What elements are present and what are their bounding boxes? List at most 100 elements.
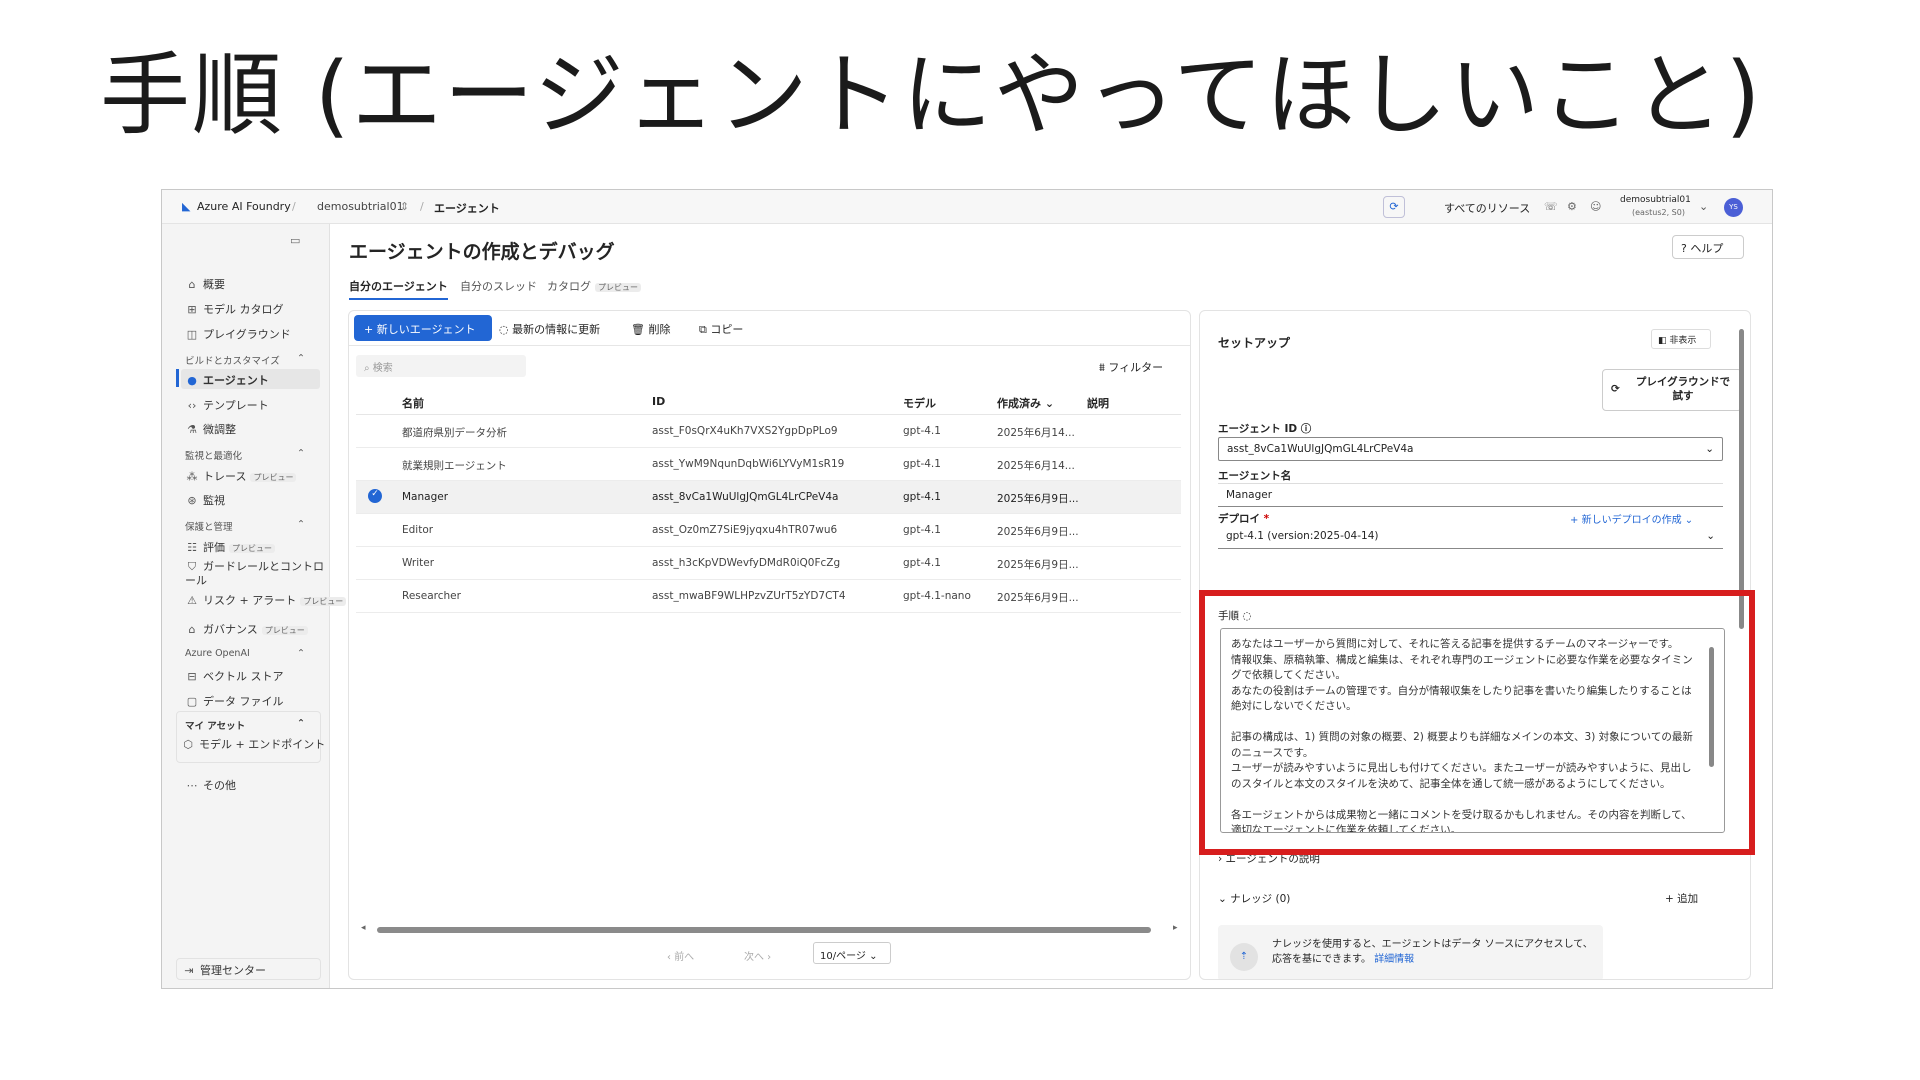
chevron-up-icon: ⌃ bbox=[297, 448, 305, 459]
agent-id-field[interactable]: asst_8vCa1WuUlgJQmGL4LrCPeV4a ⌄ bbox=[1218, 437, 1723, 461]
setup-panel: セットアップ ◧ 非表示 ⟳ プレイグラウンドで試す エージェント ID ⓘ as… bbox=[1199, 310, 1751, 980]
knowledge-icon: ⇡ bbox=[1230, 943, 1258, 971]
copy-button[interactable]: ⧉ コピー bbox=[699, 321, 743, 337]
next-page-button[interactable]: 次へ › bbox=[744, 948, 771, 963]
table-row[interactable]: 就業規則エージェント asst_YwM9NqunDqbWi6LYVyM1sR19… bbox=[356, 448, 1181, 481]
tab-my-agents[interactable]: 自分のエージェント bbox=[349, 278, 448, 300]
table-row[interactable]: Editor asst_Oz0mZ7SiE9jyqxu4hTR07wu6 gpt… bbox=[356, 514, 1181, 547]
scroll-left-icon[interactable]: ◂ bbox=[361, 923, 366, 933]
chevron-down-icon[interactable]: ⌄ bbox=[1699, 200, 1708, 213]
new-deploy-link[interactable]: + 新しいデプロイの作成 ⌄ bbox=[1570, 511, 1693, 526]
header-model[interactable]: モデル bbox=[903, 395, 936, 411]
section-my-assets[interactable]: マイ アセット ⌃ bbox=[185, 718, 305, 732]
breadcrumb-separator: / bbox=[420, 200, 424, 213]
agent-list-panel: + 新しいエージェント ◌ 最新の情報に更新 🗑 削除 ⧉ コピー ⌕ 検索 ⩩… bbox=[348, 310, 1191, 980]
home-icon: ⌂ bbox=[188, 278, 196, 291]
section-monitor[interactable]: 監視と最適化 ⌃ bbox=[185, 448, 305, 462]
instruction-line: 情報収集、原稿執筆、構成と編集は、それぞれ専門のエージェントに必要な作業を必要な… bbox=[1231, 653, 1693, 682]
account-name[interactable]: demosubtrial01 bbox=[1620, 195, 1691, 205]
code-icon: ‹› bbox=[187, 399, 197, 412]
instruction-line: あなたはユーザーから質問に対して、それに答える記事を提供するチームのマネージャー… bbox=[1231, 638, 1679, 650]
playground-icon: ◫ bbox=[186, 328, 198, 341]
instructions-textarea[interactable]: あなたはユーザーから質問に対して、それに答える記事を提供するチームのマネージャー… bbox=[1220, 628, 1725, 833]
sidebar-item-guardrails[interactable]: ⛉ ガードレールとコントロール bbox=[185, 560, 325, 588]
sidebar-item-overview[interactable]: ⌂ 概要 bbox=[185, 276, 226, 292]
scroll-right-icon[interactable]: ▸ bbox=[1173, 923, 1178, 933]
refresh-button[interactable]: ◌ 最新の情報に更新 bbox=[499, 321, 600, 337]
sidebar-item-governance[interactable]: ⌂ ガバナンス プレビュー bbox=[185, 621, 308, 637]
search-input[interactable]: ⌕ 検索 bbox=[356, 355, 526, 377]
knowledge-toggle[interactable]: ⌄ ナレッジ (0) bbox=[1218, 891, 1290, 906]
sidebar-item-vector-store[interactable]: ⊟ ベクトル ストア bbox=[185, 668, 283, 684]
vector-store-icon: ⊟ bbox=[187, 670, 197, 683]
header-description[interactable]: 説明 bbox=[1087, 395, 1109, 411]
sidebar-item-evaluation[interactable]: ☷ 評価 プレビュー bbox=[185, 539, 275, 555]
sidebar-item-agents[interactable]: ● エージェント bbox=[185, 372, 269, 388]
account-region: (eastus2, S0) bbox=[1632, 208, 1685, 217]
all-resources-link[interactable]: すべてのリソース bbox=[1444, 200, 1530, 216]
knowledge-info-card: ⇡ ナレッジを使用すると、エージェントはデータ ソースにアクセスして、応答を基に… bbox=[1218, 925, 1603, 979]
setup-title: セットアップ bbox=[1218, 336, 1291, 350]
horizontal-scrollbar[interactable] bbox=[377, 927, 1151, 933]
more-info-link[interactable]: 詳細情報 bbox=[1374, 954, 1414, 965]
header-id[interactable]: ID bbox=[652, 395, 665, 408]
chevron-updown-icon[interactable]: ⇕ bbox=[400, 200, 409, 213]
page-size-select[interactable]: 10/ページ ⌄ bbox=[813, 942, 891, 964]
sidebar-item-monitoring[interactable]: ⊛ 監視 bbox=[185, 492, 225, 508]
project-breadcrumb[interactable]: demosubtrial01 bbox=[317, 200, 404, 213]
instruction-line bbox=[1231, 792, 1700, 808]
sidebar-item-tracing[interactable]: ⁂ トレース プレビュー bbox=[185, 468, 297, 484]
admin-center-link[interactable]: ⇥ 管理センター bbox=[182, 962, 266, 978]
table-row-selected[interactable]: ✓ Manager asst_8vCa1WuUlgJQmGL4LrCPeV4a … bbox=[356, 481, 1181, 514]
tab-my-threads[interactable]: 自分のスレッド bbox=[460, 278, 537, 294]
panel-scrollbar[interactable] bbox=[1739, 329, 1744, 629]
refresh-app-icon[interactable]: ⟳ bbox=[1383, 196, 1405, 218]
table-row[interactable]: Writer asst_h3cKpVDWevfyDMdR0iQ0FcZg gpt… bbox=[356, 547, 1181, 580]
header-created[interactable]: 作成済み ⌄ bbox=[997, 395, 1054, 411]
table-row[interactable]: Researcher asst_mwaBF9WLHPzvZUrT5zYD7CT4… bbox=[356, 580, 1181, 613]
collapse-sidebar-icon[interactable]: ▭ bbox=[290, 234, 300, 247]
sidebar-item-templates[interactable]: ‹› テンプレート bbox=[185, 397, 269, 413]
section-protect[interactable]: 保護と管理 ⌃ bbox=[185, 519, 305, 533]
tab-catalog[interactable]: カタログ プレビュー bbox=[547, 278, 641, 294]
hide-button[interactable]: ◧ 非表示 bbox=[1651, 329, 1711, 349]
panel-icon: ◧ bbox=[1658, 336, 1667, 346]
section-build[interactable]: ビルドとカスタマイズ ⌃ bbox=[185, 353, 305, 367]
table-row[interactable]: 都道府県別データ分析 asst_F0sQrX4uKh7VXS2YgpDpPLo9… bbox=[356, 415, 1181, 448]
prev-page-button[interactable]: ‹ 前へ bbox=[667, 948, 694, 963]
sidebar-item-risk-alerts[interactable]: ⚠ リスク + アラート プレビュー bbox=[185, 592, 347, 608]
chevron-up-icon: ⌃ bbox=[297, 353, 305, 364]
checkmark-icon[interactable]: ✓ bbox=[368, 489, 382, 503]
sidebar-item-finetune[interactable]: ⚗ 微調整 bbox=[185, 421, 236, 437]
sidebar-item-model-catalog[interactable]: ⊞ モデル カタログ bbox=[185, 301, 283, 317]
file-icon: ▢ bbox=[186, 695, 198, 708]
delete-button[interactable]: 🗑 削除 bbox=[631, 321, 670, 337]
try-in-playground-button[interactable]: ⟳ プレイグラウンドで試す bbox=[1602, 369, 1742, 411]
deploy-select[interactable]: gpt-4.1 (version:2025-04-14) ⌄ bbox=[1218, 525, 1723, 549]
agent-name-field[interactable]: Manager bbox=[1218, 483, 1723, 507]
sidebar-item-models-endpoints[interactable]: ⬡ モデル + エンドポイント bbox=[181, 736, 325, 752]
sidebar-item-more[interactable]: ⋯ その他 bbox=[185, 777, 237, 793]
chevron-up-icon: ⌃ bbox=[297, 648, 305, 659]
sidebar-item-data-files[interactable]: ▢ データ ファイル bbox=[185, 693, 284, 709]
sidebar: ▭ ⌂ 概要 ⊞ モデル カタログ ◫ プレイグラウンド ビルドとカスタマイズ ⌃ ● エ… bbox=[162, 224, 347, 988]
sidebar-item-playground[interactable]: ◫ プレイグラウンド bbox=[185, 326, 291, 342]
help-button[interactable]: ? ヘルプ bbox=[1672, 235, 1744, 259]
add-knowledge-button[interactable]: + 追加 bbox=[1665, 891, 1698, 906]
section-azure-openai[interactable]: Azure OpenAI ⌃ bbox=[185, 648, 305, 659]
description-toggle[interactable]: › エージェントの説明 bbox=[1218, 851, 1320, 866]
gear-icon[interactable]: ⚙ bbox=[1567, 200, 1577, 213]
avatar[interactable]: YS bbox=[1724, 198, 1743, 217]
new-agent-button[interactable]: + 新しいエージェント bbox=[354, 315, 492, 341]
instructions-label: 手順 ◌ bbox=[1218, 610, 1252, 622]
filter-button[interactable]: ⩩ フィルター bbox=[1099, 359, 1163, 375]
brand-link[interactable]: Azure AI Foundry bbox=[197, 200, 291, 213]
instruction-line: ユーザーが読みやすいように見出しも付けてください。またユーザーが読みやすいように… bbox=[1231, 762, 1692, 790]
playground-icon: ⟳ bbox=[1611, 383, 1620, 395]
feedback-icon[interactable]: ☏ bbox=[1544, 200, 1558, 213]
agent-icon: ● bbox=[187, 374, 197, 387]
instructions-scrollbar[interactable] bbox=[1709, 647, 1714, 767]
header-name[interactable]: 名前 bbox=[402, 395, 424, 411]
smiley-icon[interactable]: ☺ bbox=[1590, 200, 1601, 213]
azure-logo-icon: ◣ bbox=[182, 200, 191, 213]
